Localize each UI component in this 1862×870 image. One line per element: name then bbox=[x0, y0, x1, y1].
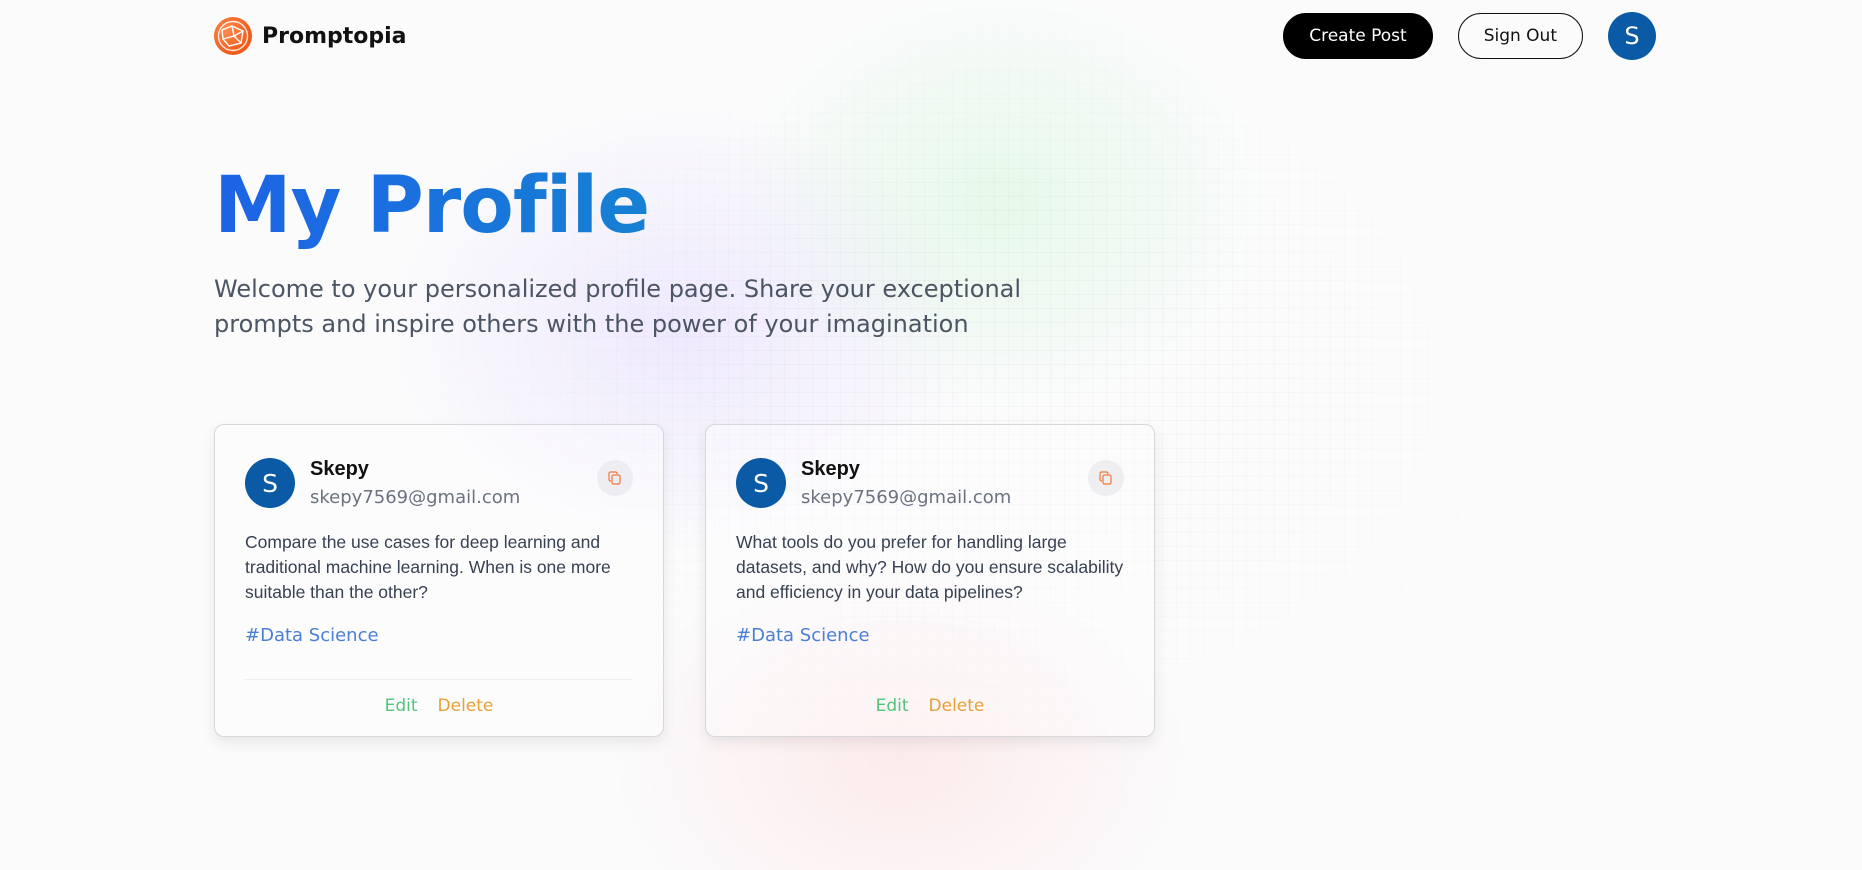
delete-button[interactable]: Delete bbox=[929, 696, 985, 716]
author-avatar: S bbox=[736, 458, 786, 508]
prompt-text: Compare the use cases for deep learning … bbox=[245, 532, 611, 602]
edit-button[interactable]: Edit bbox=[876, 696, 909, 716]
copy-icon bbox=[1099, 471, 1112, 485]
top-nav: Promptopia Create Post Sign Out S bbox=[214, 12, 1656, 60]
card-author[interactable]: S Skepy skepy7569@gmail.com bbox=[736, 458, 1011, 508]
author-avatar: S bbox=[245, 458, 295, 508]
page-title: My Profile bbox=[214, 160, 1094, 252]
card-actions: Edit Delete bbox=[245, 679, 633, 716]
copy-icon bbox=[608, 471, 621, 485]
tag-link[interactable]: #Data Science bbox=[736, 625, 1124, 646]
brand-name: Promptopia bbox=[262, 23, 407, 49]
prompt-card: S Skepy skepy7569@gmail.com Compare the … bbox=[214, 424, 664, 737]
brand-link[interactable]: Promptopia bbox=[214, 17, 407, 55]
profile-avatar[interactable]: S bbox=[1608, 12, 1656, 60]
prompt-card: S Skepy skepy7569@gmail.com What tools d… bbox=[705, 424, 1155, 737]
copy-button[interactable] bbox=[597, 460, 633, 496]
card-actions: Edit Delete bbox=[736, 680, 1124, 716]
globe-network-icon bbox=[214, 17, 252, 55]
author-email: skepy7569@gmail.com bbox=[801, 487, 1012, 508]
profile-hero: My Profile Welcome to your personalized … bbox=[214, 160, 1094, 342]
create-post-button[interactable]: Create Post bbox=[1283, 13, 1433, 59]
edit-button[interactable]: Edit bbox=[385, 696, 418, 716]
prompt-text: What tools do you prefer for handling la… bbox=[736, 532, 1124, 602]
card-author[interactable]: S Skepy skepy7569@gmail.com bbox=[245, 458, 520, 508]
author-name: Skepy bbox=[310, 458, 369, 480]
tag-link[interactable]: #Data Science bbox=[245, 625, 633, 646]
card-header: S Skepy skepy7569@gmail.com bbox=[736, 458, 1124, 508]
copy-button[interactable] bbox=[1088, 460, 1124, 496]
author-name: Skepy bbox=[801, 458, 860, 480]
sign-out-button[interactable]: Sign Out bbox=[1457, 13, 1583, 59]
nav-actions: Create Post Sign Out S bbox=[1283, 12, 1656, 60]
card-header: S Skepy skepy7569@gmail.com bbox=[245, 458, 633, 508]
page-description: Welcome to your personalized profile pag… bbox=[214, 275, 1022, 338]
delete-button[interactable]: Delete bbox=[438, 696, 494, 716]
author-email: skepy7569@gmail.com bbox=[310, 487, 521, 508]
